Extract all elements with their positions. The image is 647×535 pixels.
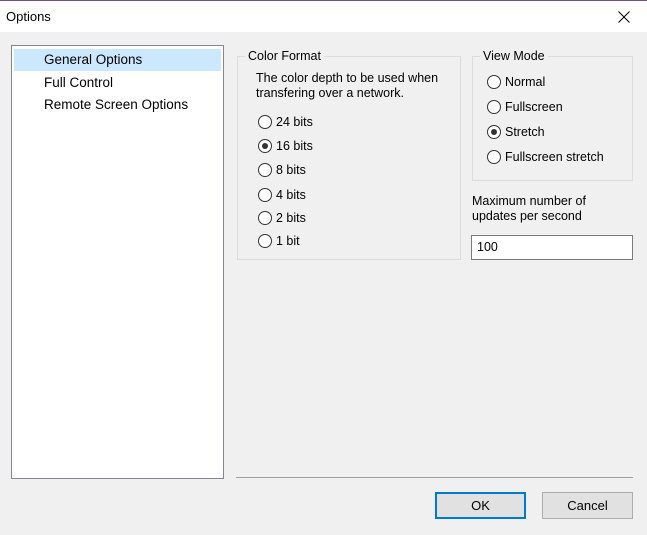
button-separator — [236, 477, 633, 478]
radio-indicator-checked — [487, 125, 501, 139]
radio-label: 16 bits — [276, 139, 313, 153]
close-button[interactable] — [601, 1, 647, 32]
max-updates-label: Maximum number of updates per second — [472, 194, 586, 224]
radio-view-normal[interactable]: Normal — [487, 73, 545, 91]
radio-label: 8 bits — [276, 163, 306, 177]
radio-view-fullscreen[interactable]: Fullscreen — [487, 98, 563, 116]
radio-indicator — [487, 100, 501, 114]
options-dialog: Options General Options Full Control Rem… — [0, 0, 647, 535]
radio-indicator — [487, 75, 501, 89]
max-updates-label-line1: Maximum number of — [472, 194, 586, 208]
nav-item-remote-screen-options[interactable]: Remote Screen Options — [14, 94, 221, 116]
nav-item-general-options[interactable]: General Options — [14, 49, 221, 71]
radio-indicator — [258, 163, 272, 177]
radio-indicator — [258, 234, 272, 248]
title-bar: Options — [0, 1, 647, 32]
radio-label: 2 bits — [276, 211, 306, 225]
radio-2-bits[interactable]: 2 bits — [258, 209, 306, 227]
radio-indicator-checked — [258, 139, 272, 153]
radio-indicator — [258, 188, 272, 202]
view-mode-legend: View Mode — [480, 48, 548, 64]
ok-button[interactable]: OK — [435, 492, 526, 519]
radio-indicator — [487, 150, 501, 164]
radio-label: Fullscreen — [505, 100, 563, 114]
close-icon — [618, 10, 630, 23]
radio-view-stretch[interactable]: Stretch — [487, 123, 545, 141]
radio-8-bits[interactable]: 8 bits — [258, 161, 306, 179]
radio-label: Stretch — [505, 125, 545, 139]
cancel-button[interactable]: Cancel — [542, 492, 633, 519]
radio-indicator — [258, 211, 272, 225]
max-updates-label-line2: updates per second — [472, 209, 582, 223]
radio-1-bit[interactable]: 1 bit — [258, 232, 300, 250]
radio-label: 24 bits — [276, 115, 313, 129]
radio-label: 4 bits — [276, 188, 306, 202]
radio-indicator — [258, 115, 272, 129]
nav-item-full-control[interactable]: Full Control — [14, 72, 221, 94]
radio-4-bits[interactable]: 4 bits — [258, 186, 306, 204]
radio-16-bits[interactable]: 16 bits — [258, 137, 313, 155]
radio-label: 1 bit — [276, 234, 300, 248]
radio-24-bits[interactable]: 24 bits — [258, 113, 313, 131]
color-format-description-line1: The color depth to be used when — [256, 71, 439, 85]
radio-label: Fullscreen stretch — [505, 150, 604, 164]
options-category-list[interactable]: General Options Full Control Remote Scre… — [11, 45, 224, 479]
color-format-legend: Color Format — [245, 48, 324, 64]
radio-label: Normal — [505, 75, 546, 89]
color-format-description: The color depth to be used when transfer… — [256, 71, 438, 101]
radio-view-fullscreen-stretch[interactable]: Fullscreen stretch — [487, 148, 604, 166]
color-format-description-line2: transfering over a network. — [256, 86, 404, 100]
window-title: Options — [6, 9, 51, 24]
max-updates-input[interactable]: 100 — [471, 235, 633, 260]
